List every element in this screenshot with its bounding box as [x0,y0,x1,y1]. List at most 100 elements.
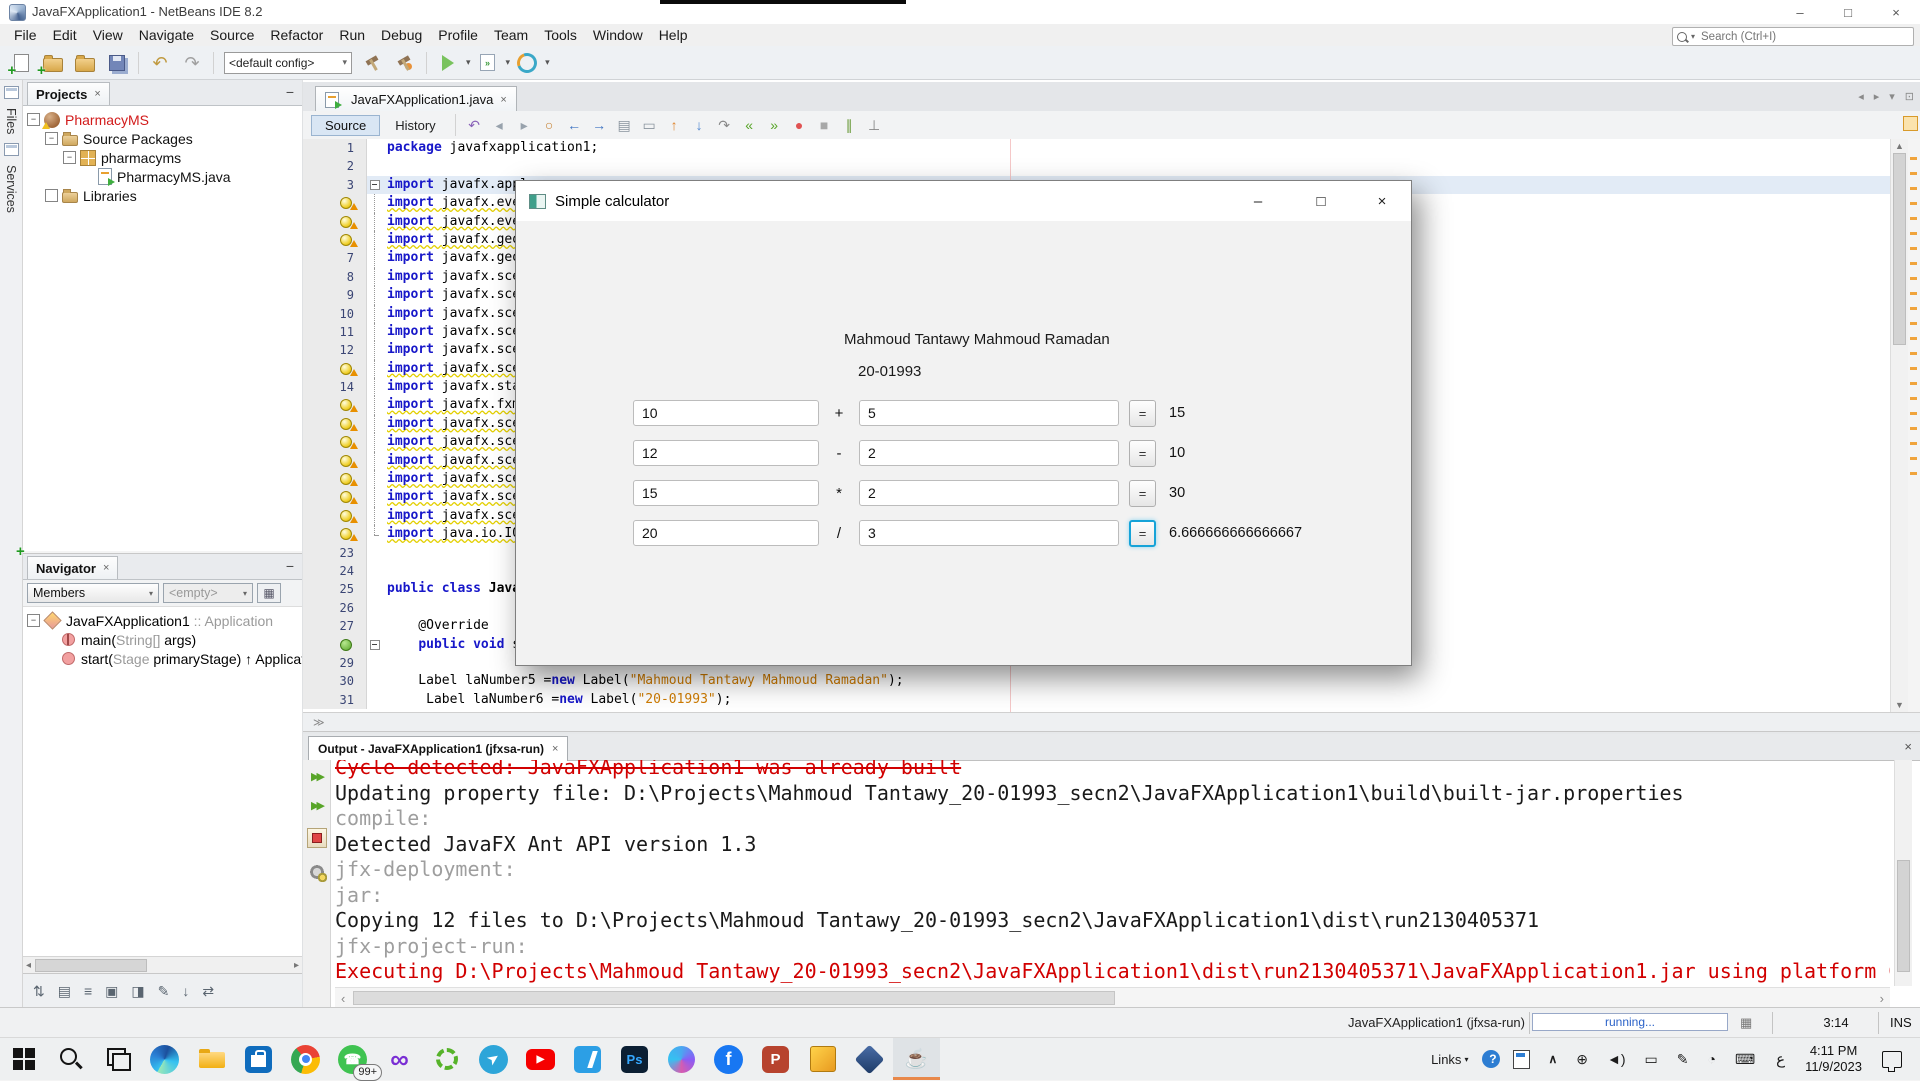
close-icon[interactable]: × [500,94,506,106]
taskbar-app-icon[interactable] [235,1038,282,1080]
taskbar-app-icon[interactable]: Ps [611,1038,658,1080]
navigator-toolbar-icon[interactable]: ✎ [158,983,170,1000]
operand-a-field[interactable]: 10 [633,400,819,426]
fold-margin[interactable] [367,268,383,286]
tree-item[interactable]: Libraries [23,186,302,205]
tab-navigator[interactable]: Navigator× [27,556,118,579]
warnings-summary-icon[interactable] [1903,116,1918,131]
operand-b-field[interactable]: 3 [859,520,1119,546]
tray-icon[interactable] [1513,1050,1530,1069]
undo-button[interactable]: ↶ [145,49,175,77]
navigator-view-button[interactable]: ▦ [257,583,281,603]
taskbar-app-icon[interactable] [94,1038,141,1080]
fold-margin[interactable] [367,323,383,341]
search-input[interactable] [1699,30,1909,44]
scroll-right-icon[interactable]: ▸ [294,960,299,971]
navigator-toolbar-icon[interactable]: ▣ [105,983,118,1000]
window-close-button[interactable]: × [1872,0,1920,24]
tray-icon[interactable]: ⊕ [1573,1051,1588,1068]
tray-icon[interactable]: ? [1482,1050,1500,1068]
output-hscrollbar[interactable]: ‹ › [335,987,1890,1008]
toolbar-icon[interactable]: ■ [812,118,837,132]
fold-margin[interactable] [367,213,383,231]
equals-button[interactable]: = [1129,400,1156,427]
fold-margin[interactable] [367,654,383,672]
menu-item[interactable]: View [85,27,131,43]
operand-a-field[interactable]: 12 [633,440,819,466]
output-console[interactable]: Cycle detected: JavaFXApplication1 was a… [335,760,1890,986]
operand-a-field[interactable]: 20 [633,520,819,546]
fold-margin[interactable] [367,176,383,194]
output-vscrollbar[interactable] [1894,760,1912,986]
services-window-icon[interactable] [4,143,19,156]
redo-button[interactable]: ↷ [177,49,207,77]
toolbar-icon[interactable]: ◂ [487,118,512,132]
tree-expand-handle[interactable] [45,189,58,202]
fold-margin[interactable] [367,194,383,212]
code-line[interactable]: 30 Label laNumber5 =new Label("Mahmoud T… [303,672,1890,690]
tree-item[interactable]: pharmacyms [23,148,302,167]
close-output-icon[interactable]: × [1904,739,1912,754]
scroll-right-icon[interactable]: › [1880,991,1884,1006]
tray-icon[interactable]: ▭ [1642,1051,1658,1068]
profile-project-button[interactable] [512,49,542,77]
scrollbar-thumb[interactable] [353,991,1115,1005]
files-window-icon[interactable] [4,86,19,99]
menu-item[interactable]: Refactor [262,27,331,43]
toolbar-icon[interactable]: « [737,118,762,132]
close-icon[interactable]: × [103,562,109,574]
scroll-left-icon[interactable]: ◂ [26,960,31,971]
fold-margin[interactable] [367,507,383,525]
equals-button[interactable]: = [1129,480,1156,507]
navigator-toolbar-icon[interactable]: ⇅ [33,983,45,1000]
tab-projects[interactable]: Projects× [27,82,110,105]
toolbar-icon[interactable]: ○ [537,118,562,132]
maximize-editor-icon[interactable]: ⊡ [1905,90,1914,103]
ant-settings-button[interactable] [309,864,325,880]
tree-item[interactable]: Source Packages [23,129,302,148]
navigator-item[interactable]: main(String[] args) [23,630,302,649]
chevron-down-icon[interactable]: ▾ [466,57,471,68]
tab-scroll-left-icon[interactable]: ◂ [1858,90,1864,103]
run-project-button[interactable] [433,49,463,77]
menu-item[interactable]: File [6,27,45,43]
fold-margin[interactable] [367,433,383,451]
navigator-item[interactable]: start(Stage primaryStage) ↑ Applicat [23,649,302,668]
dock-tab-files[interactable]: Files [4,108,18,134]
navigator-toolbar-icon[interactable]: ▤ [58,983,71,1000]
tab-output[interactable]: Output - JavaFXApplication1 (jfxsa-run)× [308,736,568,761]
toolbar-icon[interactable]: ⊥ [862,118,887,132]
toolbar-icon[interactable]: ▤ [612,118,637,132]
fold-margin[interactable] [367,396,383,414]
history-view-button[interactable]: History [382,116,448,135]
members-select[interactable]: Members▾ [27,583,159,603]
taskbar-app-icon[interactable] [282,1038,329,1080]
toolbar-icon[interactable]: ▸ [512,118,537,132]
toolbar-icon[interactable]: ∥ [837,118,862,132]
code-line[interactable]: 31 Label laNumber6 =new Label("20-01993"… [303,691,1890,709]
tree-expand-handle[interactable] [27,113,40,126]
fold-margin[interactable] [367,525,383,543]
tab-javafxapplication1-java[interactable]: JavaFXApplication1.java × [315,86,517,112]
taskbar-app-icon[interactable] [564,1038,611,1080]
operand-b-field[interactable]: 2 [859,440,1119,466]
fold-margin[interactable] [367,470,383,488]
tree-item[interactable]: PharmacyMS [23,110,302,129]
menu-item[interactable]: Navigate [131,27,202,43]
close-icon[interactable]: × [552,743,558,755]
fold-margin[interactable] [367,617,383,635]
tray-icon[interactable]: ∧ [1545,1052,1557,1066]
fold-margin[interactable] [367,249,383,267]
open-project-button[interactable] [70,49,100,77]
taskbar-app-icon[interactable] [423,1038,470,1080]
fold-margin[interactable] [367,305,383,323]
menu-item[interactable]: Help [651,27,696,43]
tray-icon[interactable]: ◔ [1704,1051,1715,1067]
tray-icon[interactable]: ◄) [1604,1051,1626,1067]
dock-tab-services[interactable]: Services [4,165,18,213]
build-project-button[interactable] [358,49,388,77]
scroll-up-icon[interactable]: ▲ [1891,141,1908,151]
minimize-panel-icon[interactable]: − [286,84,294,100]
tray-icon[interactable]: ⌨ [1732,1051,1755,1068]
toolbar-icon[interactable]: ← [562,118,587,132]
